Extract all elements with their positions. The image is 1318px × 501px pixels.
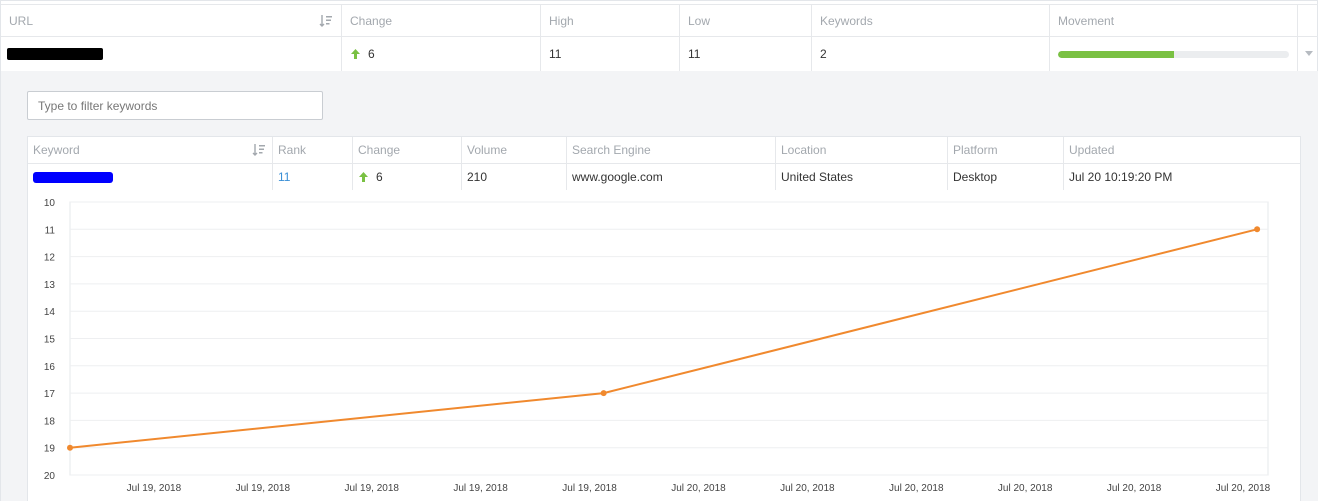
- low-cell: 11: [680, 37, 812, 71]
- platform-cell: Desktop: [948, 164, 1064, 190]
- expand-cell[interactable]: [1298, 37, 1318, 71]
- x-tick-label: Jul 20, 2018: [780, 483, 835, 494]
- x-tick-label: Jul 20, 2018: [671, 483, 726, 494]
- column-header-movement[interactable]: Movement: [1050, 5, 1298, 36]
- x-tick-label: Jul 19, 2018: [453, 483, 508, 494]
- movement-cell: [1050, 37, 1298, 71]
- url-table-header: URL Change High Low Keywords Movement: [1, 4, 1318, 37]
- movement-progress-bar: [1058, 50, 1289, 58]
- rank-cell[interactable]: 11: [273, 164, 353, 190]
- url-cell[interactable]: [1, 37, 342, 71]
- keyword-table-header: Keyword Rank Change Volume Search Engine…: [28, 137, 1300, 164]
- x-tick-label: Jul 19, 2018: [344, 483, 399, 494]
- y-tick-label: 19: [44, 444, 56, 455]
- column-header-kw-change[interactable]: Change: [353, 137, 462, 163]
- low-value: 11: [688, 47, 701, 61]
- movement-progress-fill: [1058, 50, 1174, 58]
- y-tick-label: 10: [44, 198, 56, 209]
- column-header-keywords[interactable]: Keywords: [812, 5, 1050, 36]
- y-tick-label: 12: [44, 253, 56, 264]
- x-tick-label: Jul 20, 2018: [1216, 483, 1271, 494]
- y-tick-label: 17: [44, 389, 56, 400]
- column-header-volume-label: Volume: [467, 143, 508, 157]
- volume-cell: 210: [462, 164, 567, 190]
- column-header-location-label: Location: [781, 143, 827, 157]
- keywords-cell: 2: [812, 37, 1050, 71]
- kw-change-value: 6: [376, 170, 383, 184]
- sort-icon[interactable]: [252, 143, 266, 157]
- redacted-keyword: [33, 171, 113, 183]
- keyword-detail-panel: Keyword Rank Change Volume Search Engine…: [0, 71, 1318, 501]
- column-header-url[interactable]: URL: [1, 5, 342, 36]
- column-header-kw-change-label: Change: [358, 143, 401, 157]
- arrow-up-icon: [359, 172, 368, 182]
- search-engine-value: www.google.com: [572, 170, 663, 184]
- rank-link[interactable]: 11: [278, 170, 290, 184]
- column-header-location[interactable]: Location: [776, 137, 948, 163]
- y-tick-label: 13: [44, 280, 56, 291]
- x-tick-label: Jul 19, 2018: [562, 483, 617, 494]
- keywords-value: 2: [820, 47, 827, 61]
- platform-value: Desktop: [953, 170, 998, 184]
- rank-data-point: [1254, 226, 1261, 233]
- updated-cell: Jul 20 10:19:20 PM: [1064, 164, 1300, 190]
- column-header-low-label: Low: [688, 13, 711, 28]
- kw-change-cell: 6: [353, 164, 462, 190]
- column-header-change-label: Change: [350, 13, 393, 28]
- chevron-down-icon[interactable]: [1305, 51, 1313, 56]
- url-table: URL Change High Low Keywords Movement 6 …: [0, 0, 1318, 72]
- column-header-change[interactable]: Change: [342, 5, 541, 36]
- column-header-low[interactable]: Low: [680, 5, 812, 36]
- rank-data-point: [600, 390, 607, 397]
- location-cell: United States: [776, 164, 948, 190]
- y-tick-label: 14: [44, 307, 56, 318]
- keyword-row[interactable]: 11 6 210 www.google.com United States De…: [28, 164, 1300, 191]
- search-engine-cell: www.google.com: [567, 164, 776, 190]
- column-header-expand: [1298, 5, 1318, 36]
- volume-value: 210: [467, 170, 488, 184]
- y-tick-label: 18: [44, 416, 56, 427]
- y-tick-label: 20: [44, 471, 56, 482]
- column-header-platform[interactable]: Platform: [948, 137, 1064, 163]
- x-tick-label: Jul 20, 2018: [1107, 483, 1162, 494]
- column-header-updated-label: Updated: [1069, 143, 1115, 157]
- column-header-keyword-label: Keyword: [33, 143, 80, 157]
- column-header-search-engine[interactable]: Search Engine: [567, 137, 776, 163]
- y-tick-label: 15: [44, 335, 56, 346]
- column-header-url-label: URL: [9, 13, 34, 28]
- column-header-search-engine-label: Search Engine: [572, 143, 651, 157]
- column-header-rank-label: Rank: [278, 143, 307, 157]
- y-tick-label: 11: [45, 225, 56, 236]
- x-tick-label: Jul 20, 2018: [998, 483, 1053, 494]
- column-header-volume[interactable]: Volume: [462, 137, 567, 163]
- column-header-updated[interactable]: Updated: [1064, 137, 1300, 163]
- url-table-row[interactable]: 6 11 11 2: [1, 37, 1318, 72]
- filter-keywords-input[interactable]: [27, 91, 323, 120]
- change-value: 6: [368, 47, 375, 61]
- keyword-table: Keyword Rank Change Volume Search Engine…: [27, 136, 1301, 192]
- arrow-up-icon: [351, 49, 360, 59]
- location-value: United States: [781, 170, 854, 184]
- column-header-movement-label: Movement: [1058, 13, 1115, 28]
- x-tick-label: Jul 19, 2018: [127, 483, 182, 494]
- redacted-url: [7, 48, 103, 60]
- updated-value: Jul 20 10:19:20 PM: [1069, 170, 1173, 184]
- x-tick-label: Jul 20, 2018: [889, 483, 944, 494]
- column-header-high[interactable]: High: [541, 5, 680, 36]
- column-header-platform-label: Platform: [953, 143, 998, 157]
- keyword-cell[interactable]: [28, 164, 273, 190]
- y-tick-label: 16: [44, 362, 56, 373]
- rank-data-point: [67, 444, 73, 451]
- high-cell: 11: [541, 37, 680, 71]
- rank-history-chart-svg: 10 11 12 13 14 15 16 17 18 19 20 Jul 19, 2018 Jul 19…: [44, 198, 1271, 494]
- column-header-high-label: High: [549, 13, 574, 28]
- column-header-rank[interactable]: Rank: [273, 137, 353, 163]
- sort-icon[interactable]: [319, 14, 333, 28]
- column-header-keywords-label: Keywords: [820, 13, 873, 28]
- x-tick-label: Jul 19, 2018: [236, 483, 291, 494]
- change-cell: 6: [342, 37, 541, 71]
- rank-history-chart: 10 11 12 13 14 15 16 17 18 19 20 Jul 19, 2018 Jul 19…: [27, 190, 1301, 501]
- column-header-keyword[interactable]: Keyword: [28, 137, 273, 163]
- high-value: 11: [549, 47, 562, 61]
